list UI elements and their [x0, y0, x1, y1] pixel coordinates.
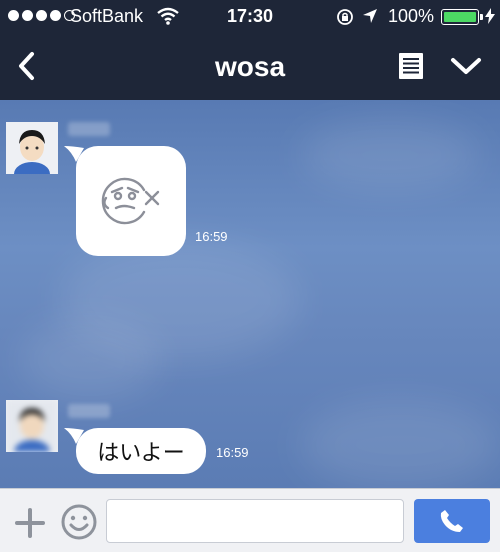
message-input[interactable]: [106, 499, 404, 543]
message-text: はいよー: [97, 441, 185, 466]
charging-bolt-icon: [485, 8, 495, 29]
notes-button[interactable]: [398, 52, 424, 80]
call-button[interactable]: [414, 499, 490, 543]
battery-percent: 100%: [388, 6, 435, 26]
text-bubble[interactable]: はいよー: [76, 428, 206, 474]
emoji-button[interactable]: [60, 503, 98, 541]
rotation-lock-icon: [336, 8, 354, 31]
emoji-icon: [61, 504, 97, 540]
sticker-bubble[interactable]: [76, 146, 186, 256]
avatar[interactable]: [6, 122, 58, 174]
menu-dropdown-button[interactable]: [448, 54, 484, 78]
notes-icon: [399, 53, 423, 79]
message-time: 16:59: [216, 445, 249, 460]
add-attachment-button[interactable]: [14, 507, 46, 539]
chevron-down-icon: [451, 58, 481, 74]
face-sticker-icon: [101, 177, 160, 225]
plus-icon: [15, 508, 45, 538]
chat-title: wosa: [214, 51, 286, 82]
nav-bar: wosa: [0, 32, 500, 100]
location-arrow-icon: [362, 8, 378, 29]
chat-area[interactable]: 16:59 はいよー 16:59: [0, 100, 500, 488]
battery-icon: [441, 9, 479, 25]
message-row: はいよー 16:59: [0, 400, 500, 480]
battery-tip: [480, 14, 483, 20]
input-bar: [0, 488, 500, 552]
message-time: 16:59: [195, 229, 228, 244]
avatar[interactable]: [6, 400, 58, 452]
message-row: 16:59: [0, 118, 500, 258]
sender-name: [68, 404, 110, 418]
phone-icon: [440, 510, 463, 532]
sender-name: [68, 122, 110, 136]
status-bar: SoftBank 17:30 100%: [0, 0, 500, 32]
